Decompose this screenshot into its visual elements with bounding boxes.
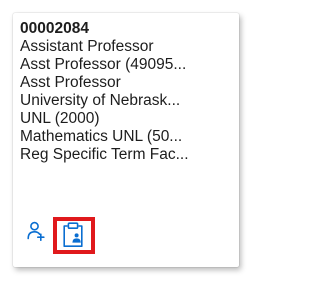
- add-person-icon: [27, 221, 45, 241]
- employee-class: Reg Specific Term Fac...: [20, 146, 189, 163]
- campus: UNL (2000): [20, 110, 100, 127]
- add-person-button[interactable]: [27, 221, 45, 241]
- organization: University of Nebrask...: [20, 92, 181, 109]
- department: Mathematics UNL (50...: [20, 128, 183, 145]
- position-id: 00002084: [20, 20, 89, 37]
- job-code: Asst Professor: [20, 74, 121, 91]
- highlight-box: [53, 217, 95, 254]
- position-title: Asst Professor (49095...: [20, 56, 187, 73]
- card-content: 00002084 Assistant Professor Asst Profes…: [20, 20, 220, 164]
- job-title: Assistant Professor: [20, 38, 154, 55]
